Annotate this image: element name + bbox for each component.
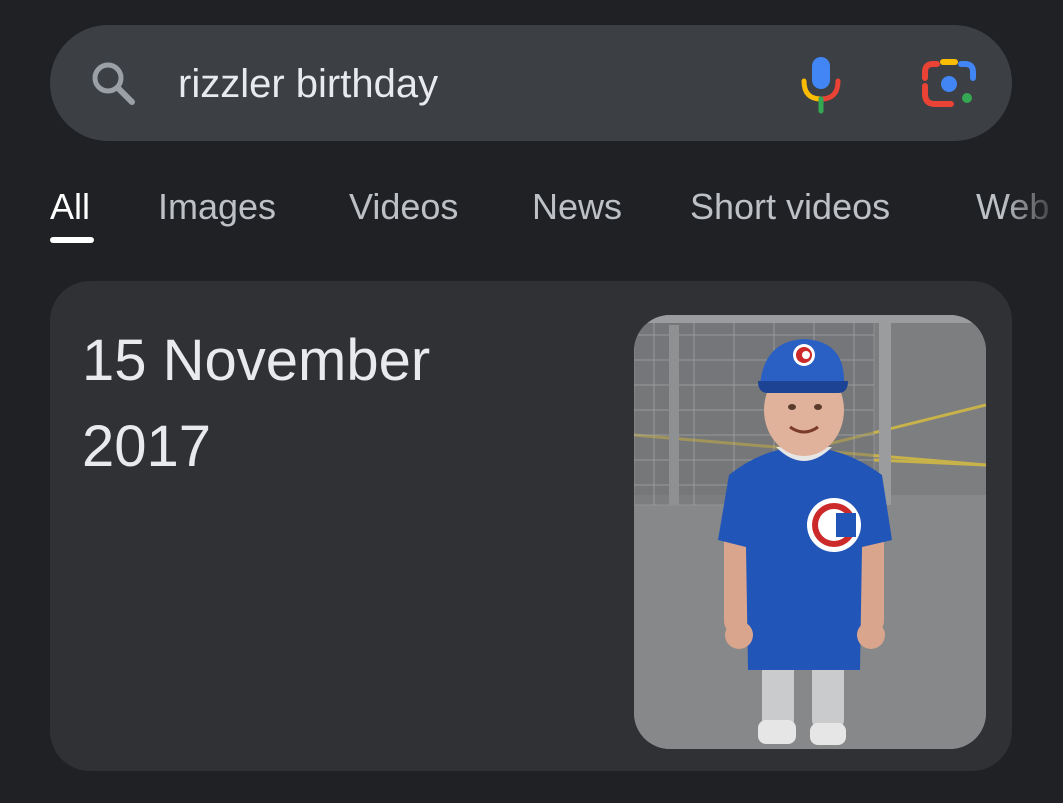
search-results-page: rizzler birthday All Images Videos News … [0,0,1063,803]
tab-news[interactable]: News [532,186,622,228]
active-tab-indicator [50,237,94,243]
tab-videos[interactable]: Videos [349,186,458,228]
result-photo[interactable] [634,315,986,749]
tabs-fade-overlay [1003,180,1063,240]
answer-text: 15 November 2017 [82,318,582,490]
microphone-icon[interactable] [798,55,844,115]
tab-images[interactable]: Images [158,186,276,228]
tab-short-videos[interactable]: Short videos [690,186,890,228]
tab-all[interactable]: All [50,186,90,228]
search-input[interactable]: rizzler birthday [178,56,438,112]
search-icon[interactable] [88,58,138,108]
google-lens-icon[interactable] [921,58,977,110]
search-tabs: All Images Videos News Short videos Web [0,180,1063,260]
answer-line-year: 2017 [82,414,212,479]
answer-line-date: 15 November [82,328,431,393]
